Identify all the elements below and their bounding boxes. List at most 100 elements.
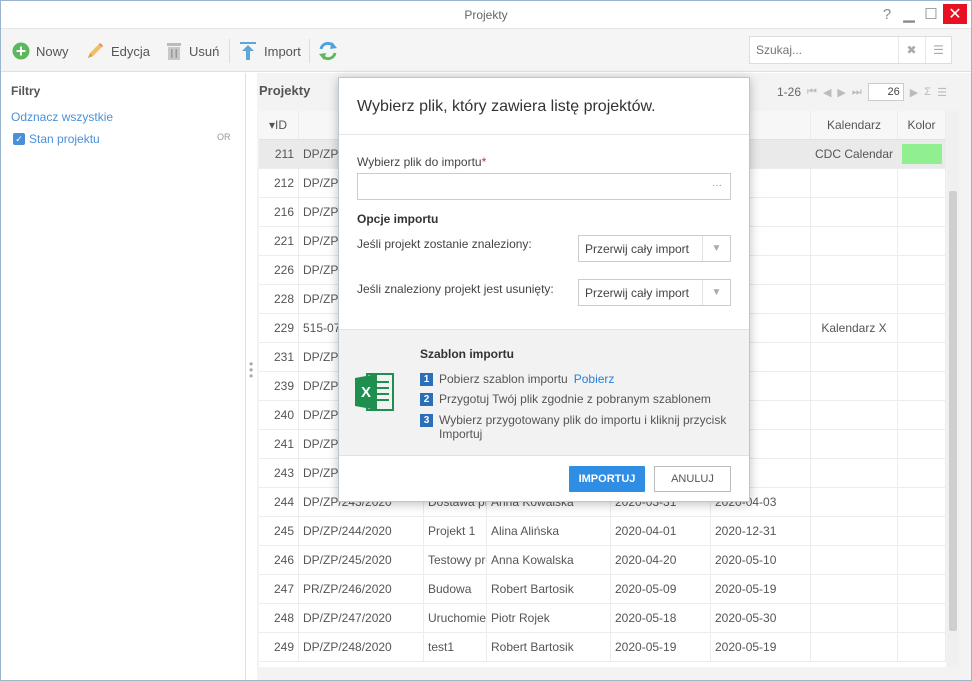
cell-manager: Robert Bartosik <box>487 633 611 661</box>
next-page-icon[interactable]: ▶ <box>837 86 845 99</box>
toolbar-divider <box>309 39 310 63</box>
option-found-label: Jeśli projekt zostanie znaleziony: <box>357 237 532 251</box>
step-number: 2 <box>420 393 433 406</box>
cell-calendar <box>811 459 898 487</box>
minimize-button[interactable]: ▁ <box>899 4 919 24</box>
search-box: ✖ ☰ <box>749 36 952 64</box>
file-input[interactable]: ··· <box>357 173 731 200</box>
table-row[interactable]: 245 DP/ZP/244/2020 Projekt 1 Alina Alińska 2… <box>259 517 946 546</box>
panel-splitter-handle[interactable]: • • • <box>249 358 255 382</box>
cell-id: 239 <box>259 372 299 400</box>
pager-go-icon[interactable]: ▶ <box>910 86 918 99</box>
first-page-icon[interactable]: ⏮ <box>807 86 817 99</box>
cell-id: 243 <box>259 459 299 487</box>
cell-color <box>898 633 946 661</box>
template-step-1: 1 Pobierz szablon importu Pobierz <box>420 372 740 386</box>
window-title: Projekty <box>464 8 508 22</box>
cell-start: 2020-04-20 <box>611 546 711 574</box>
close-button[interactable]: ✕ <box>943 4 967 24</box>
cell-color <box>898 314 946 342</box>
cell-code: DP/ZP/248/2020 <box>299 633 424 661</box>
import-button-dialog[interactable]: IMPORTUJ <box>569 466 645 492</box>
cell-id: 249 <box>259 633 299 661</box>
toolbar-divider <box>229 39 230 63</box>
cell-end: 2020-05-30 <box>711 604 811 632</box>
page-size-input[interactable]: 26 <box>867 83 904 101</box>
cell-id: 216 <box>259 198 299 226</box>
cell-color <box>898 575 946 603</box>
refresh-button[interactable] <box>317 39 339 63</box>
search-input[interactable] <box>750 37 890 63</box>
new-button[interactable]: Nowy <box>12 39 69 63</box>
last-page-icon[interactable]: ⏭ <box>852 86 862 99</box>
filter-item-project-state[interactable]: ✓ Stan projektu <box>13 132 100 146</box>
column-header-id[interactable]: ▾ID <box>259 111 299 139</box>
step-number: 1 <box>420 373 433 386</box>
cell-id: 248 <box>259 604 299 632</box>
import-button[interactable]: Import <box>238 39 301 63</box>
cell-calendar <box>811 488 898 516</box>
menu-icon[interactable]: ☰ <box>937 86 947 99</box>
table-row[interactable]: 246 DP/ZP/245/2020 Testowy prc Anna Kowalsk… <box>259 546 946 575</box>
cell-end: 2020-05-19 <box>711 633 811 661</box>
step-text-content: Pobierz szablon importu <box>439 372 568 386</box>
sum-icon[interactable]: Σ <box>924 86 931 98</box>
prev-page-icon[interactable]: ◀ <box>823 86 831 99</box>
chevron-down-icon[interactable]: ▼ <box>702 236 730 261</box>
table-row[interactable]: 249 DP/ZP/248/2020 test1 Robert Bartosik 202… <box>259 633 946 662</box>
import-options-title: Opcje importu <box>357 212 439 226</box>
option-deleted-value: Przerwij cały import <box>585 286 690 300</box>
cell-code: PR/ZP/246/2020 <box>299 575 424 603</box>
refresh-icon <box>319 41 337 61</box>
cell-color <box>898 372 946 400</box>
edit-button-label: Edycja <box>111 43 151 59</box>
import-template-section: X Szablon importu 1 Pobierz szablon impo… <box>339 329 749 456</box>
cancel-button[interactable]: ANULUJ <box>654 466 731 492</box>
option-deleted-select[interactable]: Przerwij cały import ▼ <box>578 279 731 306</box>
step-text: Pobierz szablon importu Pobierz <box>439 372 614 386</box>
cell-name: Uruchomier <box>424 604 487 632</box>
table-row[interactable]: 248 DP/ZP/247/2020 Uruchomier Piotr Rojek 20… <box>259 604 946 633</box>
clear-search-icon[interactable]: ✖ <box>898 37 924 63</box>
maximize-button[interactable]: ☐ <box>921 4 941 24</box>
delete-button[interactable]: Usuń <box>165 39 219 63</box>
cell-color <box>898 140 946 168</box>
cell-id: 231 <box>259 343 299 371</box>
edit-button[interactable]: Edycja <box>85 39 150 63</box>
file-field-label-text: Wybierz plik do importu <box>357 155 482 169</box>
pager: 1-26 ⏮ ◀ ▶ ⏭ 26 ▶ Σ ☰ <box>777 82 947 102</box>
trash-icon <box>167 43 181 60</box>
cell-calendar <box>811 546 898 574</box>
cell-color <box>898 546 946 574</box>
cell-calendar: Kalendarz X <box>811 314 898 342</box>
filter-operator[interactable]: OR <box>217 132 231 142</box>
required-mark: * <box>481 155 487 169</box>
cell-id: 211 <box>259 140 299 168</box>
browse-file-icon[interactable]: ··· <box>712 180 722 191</box>
cell-calendar <box>811 517 898 545</box>
download-template-link[interactable]: Pobierz <box>574 372 615 386</box>
table-row[interactable]: 247 PR/ZP/246/2020 Budowa Robert Bartosik 20… <box>259 575 946 604</box>
cell-code: DP/ZP/244/2020 <box>299 517 424 545</box>
column-header-calendar[interactable]: Kalendarz <box>811 111 898 139</box>
cell-name: Budowa <box>424 575 487 603</box>
help-icon[interactable]: ? <box>877 4 897 24</box>
cell-calendar <box>811 227 898 255</box>
grid-scrollbar[interactable] <box>947 111 959 667</box>
cell-calendar <box>811 633 898 661</box>
column-header-color[interactable]: Kolor <box>898 111 946 139</box>
cell-end: 2020-05-19 <box>711 575 811 603</box>
option-found-select[interactable]: Przerwij cały import ▼ <box>578 235 731 262</box>
cell-calendar <box>811 198 898 226</box>
scrollbar-thumb[interactable] <box>949 191 957 631</box>
color-swatch <box>902 144 942 164</box>
dialog-divider <box>339 134 749 135</box>
search-options-icon[interactable]: ☰ <box>925 37 951 63</box>
chevron-down-icon[interactable]: ▼ <box>702 280 730 305</box>
checkbox-checked-icon[interactable]: ✓ <box>13 133 25 145</box>
cell-calendar <box>811 430 898 458</box>
file-field-label: Wybierz plik do importu* <box>357 155 486 169</box>
uncheck-all-link[interactable]: Odznacz wszystkie <box>11 110 113 124</box>
cell-calendar <box>811 285 898 313</box>
cell-manager: Piotr Rojek <box>487 604 611 632</box>
